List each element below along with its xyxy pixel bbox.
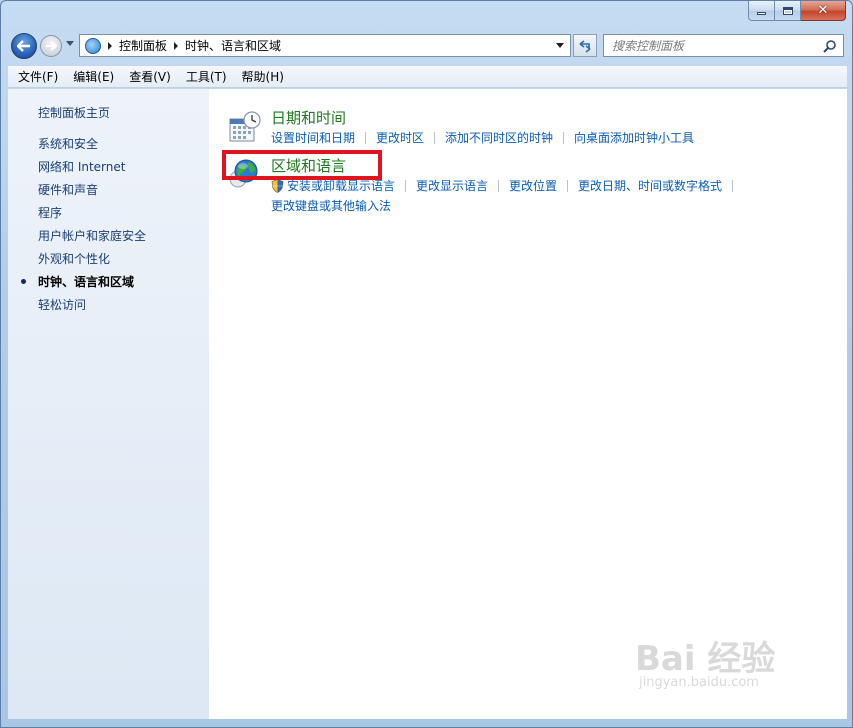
link-separator [732, 179, 734, 192]
close-icon: ✕ [817, 3, 829, 18]
address-bar[interactable]: 控制面板 时钟、语言和区域 [79, 34, 571, 57]
search-input[interactable] [612, 38, 822, 53]
link-separator [434, 131, 436, 144]
maximize-button[interactable] [775, 1, 801, 21]
link-change-location[interactable]: 更改位置 [509, 177, 557, 194]
link-add-clocks[interactable]: 添加不同时区的时钟 [445, 129, 553, 146]
link-separator [498, 179, 500, 192]
breadcrumb-separator-icon[interactable] [108, 41, 112, 50]
recent-pages-dropdown[interactable] [66, 41, 74, 46]
date-time-links: 设置时间和日期 更改时区 添加不同时区的时钟 向桌面添加时钟小工具 [271, 129, 694, 146]
sidebar-home-link[interactable]: 控制面板主页 [38, 104, 110, 121]
address-dropdown-icon[interactable] [556, 43, 564, 48]
minimize-icon [757, 12, 766, 15]
baidu-watermark: Bai 经验 jingyan.baidu.com [635, 631, 795, 701]
sidebar-item-hardware-sound[interactable]: 硬件和声音 [38, 183, 146, 206]
link-separator [567, 179, 569, 192]
menu-help[interactable]: 帮助(H) [237, 68, 289, 85]
window-frame: ✕ 控制面板 时钟、语言和区域 搜索控制面板 文件(F) 编辑(E) 查看(V)… [0, 0, 853, 728]
maximize-icon [782, 6, 793, 15]
link-separator [365, 131, 367, 144]
watermark-url: jingyan.baidu.com [639, 675, 759, 690]
calendar-clock-icon [229, 111, 261, 142]
breadcrumb-control-panel[interactable]: 控制面板 [119, 37, 167, 54]
active-bullet-icon [21, 279, 26, 284]
sidebar-item-programs[interactable]: 程序 [38, 206, 146, 229]
link-set-time-date[interactable]: 设置时间和日期 [271, 129, 355, 146]
link-add-clock-gadget[interactable]: 向桌面添加时钟小工具 [574, 129, 694, 146]
menu-bar: 文件(F) 编辑(E) 查看(V) 工具(T) 帮助(H) [8, 66, 847, 88]
sidebar-item-network-internet[interactable]: 网络和 Internet [38, 160, 146, 183]
forward-button[interactable] [40, 35, 62, 57]
link-separator [405, 179, 407, 192]
sidebar-item-clock-language-region[interactable]: 时钟、语言和区域 [21, 275, 146, 298]
link-change-keyboards[interactable]: 更改键盘或其他输入法 [271, 197, 391, 214]
sidebar-item-ease-of-access[interactable]: 轻松访问 [38, 298, 146, 321]
navigation-bar: 控制面板 时钟、语言和区域 [7, 31, 847, 63]
main-panel: 日期和时间 设置时间和日期 更改时区 添加不同时区的时钟 向桌面添加时钟小工具 [209, 89, 847, 719]
content-area: 控制面板主页 系统和安全 网络和 Internet 硬件和声音 程序 用户帐户和… [8, 89, 847, 719]
sidebar-list: 系统和安全 网络和 Internet 硬件和声音 程序 用户帐户和家庭安全 外观… [21, 137, 146, 321]
breadcrumb-separator-icon[interactable] [174, 41, 179, 50]
caption-buttons: ✕ [748, 1, 846, 21]
link-change-display-language[interactable]: 更改显示语言 [416, 177, 488, 194]
control-panel-icon [85, 37, 101, 54]
minimize-button[interactable] [748, 1, 775, 21]
refresh-icon [579, 39, 591, 53]
search-icon[interactable] [823, 39, 837, 53]
forward-arrow-icon [46, 41, 57, 51]
menu-edit[interactable]: 编辑(E) [68, 68, 119, 85]
link-separator [563, 131, 565, 144]
menu-tools[interactable]: 工具(T) [181, 68, 232, 85]
uac-shield-icon [271, 178, 284, 193]
search-box [603, 34, 844, 57]
refresh-button[interactable] [573, 34, 597, 57]
sidebar-item-appearance[interactable]: 外观和个性化 [38, 252, 146, 275]
sidebar-item-label: 时钟、语言和区域 [38, 275, 135, 289]
menu-view[interactable]: 查看(V) [124, 68, 176, 85]
link-change-timezone[interactable]: 更改时区 [376, 129, 424, 146]
watermark-logo-text: Bai 经验 [635, 639, 776, 679]
sidebar-item-user-accounts[interactable]: 用户帐户和家庭安全 [38, 229, 146, 252]
menu-file[interactable]: 文件(F) [13, 68, 63, 85]
link-change-formats[interactable]: 更改日期、时间或数字格式 [578, 177, 722, 194]
sidebar-item-system-security[interactable]: 系统和安全 [38, 137, 146, 160]
breadcrumb-clock-language-region[interactable]: 时钟、语言和区域 [185, 37, 281, 54]
close-button[interactable]: ✕ [801, 1, 846, 21]
back-arrow-icon [17, 40, 30, 52]
back-button[interactable] [11, 33, 37, 59]
category-title-date-time[interactable]: 日期和时间 [271, 107, 346, 128]
region-language-links-row2: 更改键盘或其他输入法 [271, 197, 391, 214]
highlight-annotation [222, 150, 382, 180]
sidebar: 控制面板主页 系统和安全 网络和 Internet 硬件和声音 程序 用户帐户和… [8, 89, 209, 719]
